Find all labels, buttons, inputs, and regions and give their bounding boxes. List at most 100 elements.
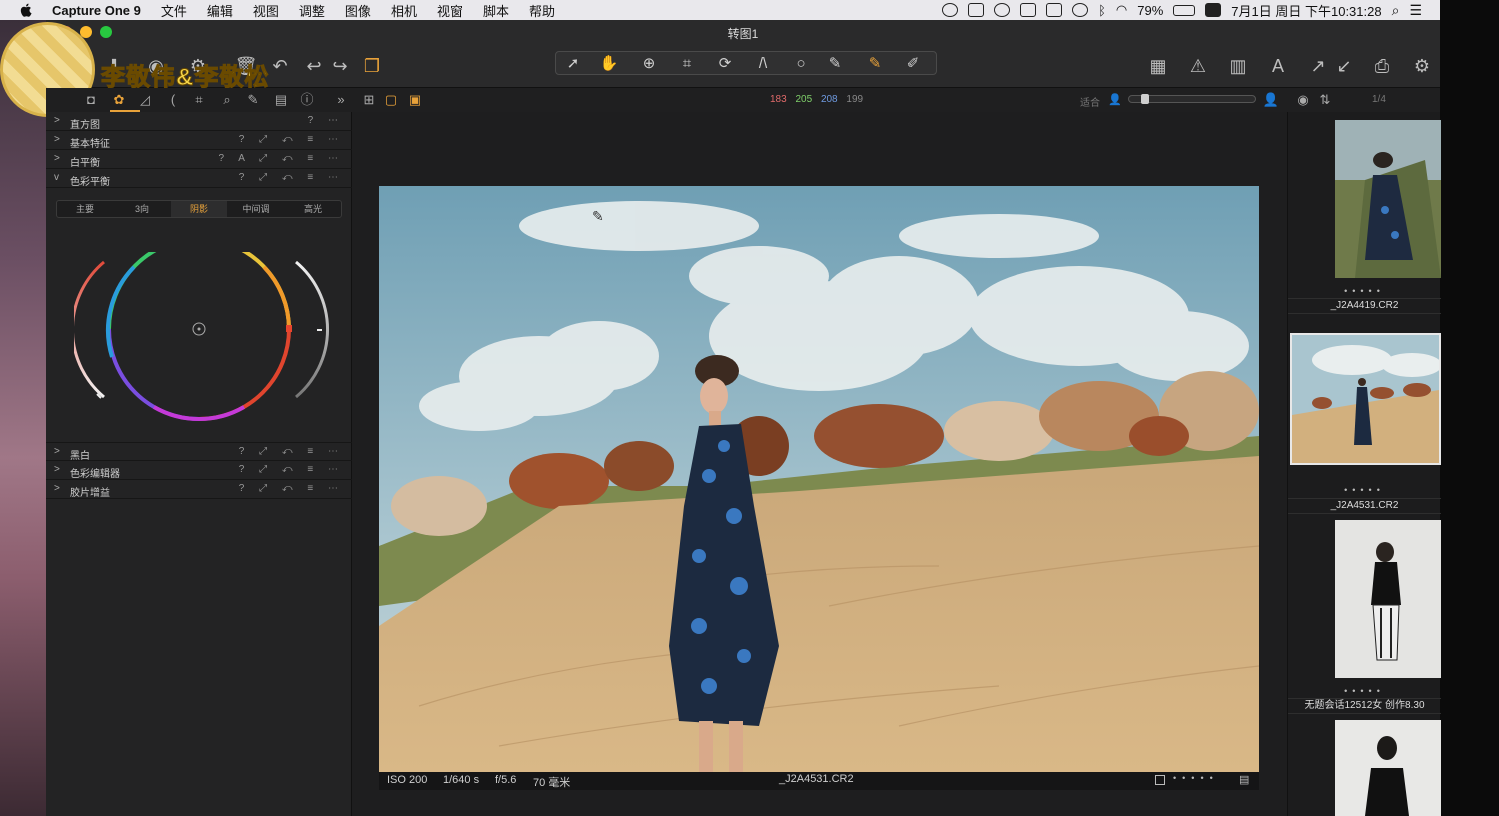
thumbnail-1[interactable] [1335,120,1441,278]
menu-camera[interactable]: 相机 [391,1,417,20]
apply-arrow-icon[interactable]: ↙ [1332,54,1356,78]
webcam-icon[interactable] [994,3,1011,17]
saturation-slider[interactable] [74,260,105,399]
microphone-icon[interactable] [1020,3,1037,17]
reset-icon[interactable]: ↶ [268,54,292,78]
menu-edit[interactable]: 编辑 [207,1,233,20]
menu-image[interactable]: 图像 [345,1,371,20]
tab-midtones[interactable]: 中间调 [228,201,284,217]
color-tab-icon[interactable]: ✿ [110,91,128,109]
menu-help[interactable]: 帮助 [529,1,555,20]
tab-highlights[interactable]: 高光 [285,201,341,217]
details-tab-icon[interactable]: ⌕ [218,91,236,109]
eye-icon[interactable]: ◉ [1294,91,1312,109]
thumbnail-2-selected[interactable] [1290,333,1441,465]
copy-apply-cursor-icon[interactable]: ✐ [900,54,926,74]
lens-tab-icon[interactable]: ( [164,91,182,109]
crop-cursor-icon[interactable]: ⌗ [674,54,700,74]
single-view-icon[interactable]: ▢ [382,91,400,109]
redo-icon[interactable]: ↪ [328,54,352,78]
grid-view-icon[interactable]: ⊞ [360,91,378,109]
local-adjust-tab-icon[interactable]: ✎ [244,91,262,109]
menu-adjust[interactable]: 调整 [299,1,325,20]
tab-3-way[interactable]: 3向 [114,201,170,217]
section-white-balance[interactable]: > 白平衡 ? A ⤢ ↶ ≡ ⋯ [46,150,352,169]
chevron-right-icon[interactable]: > [54,115,60,126]
composition-tab-icon[interactable]: ⌗ [190,91,208,109]
app-name-menu[interactable]: Capture One 9 [52,3,141,18]
battery-icon[interactable] [1173,4,1196,16]
section-controls[interactable]: ? ⤢ ↶ ≡ ⋯ [239,172,344,183]
s-app-icon[interactable] [1205,3,1222,17]
section-color-editor[interactable]: > 色彩编辑器 ? ⤢ ↶ ≡ ⋯ [46,461,352,480]
hue-ring[interactable] [106,252,291,422]
section-controls[interactable]: ? ⤢ ↶ ≡ ⋯ [239,483,344,494]
menu-file[interactable]: 文件 [161,1,187,20]
apple-icon[interactable] [20,3,32,17]
menu-view[interactable]: 视图 [253,1,279,20]
menu-scripts[interactable]: 脚本 [483,1,509,20]
section-basic-characteristics[interactable]: > 基本特征 ? ⤢ ↶ ≡ ⋯ [46,131,352,150]
grid-app-icon[interactable] [1046,3,1063,17]
main-photo[interactable] [379,186,1259,772]
clock[interactable]: 7月1日 周日 下午10:31:28 [1231,1,1381,20]
print-icon[interactable]: ⎙ [1370,54,1394,78]
wifi-icon[interactable]: ◠ [1116,2,1127,18]
zoom-in-person-icon[interactable]: 👤 [1262,91,1280,109]
multi-view-icon[interactable]: ▣ [406,91,424,109]
rotate-cursor-icon[interactable]: ⟳ [712,54,738,74]
copy-arrow-icon[interactable]: ↗ [1306,54,1330,78]
spot-removal-cursor-icon[interactable]: ○ [788,54,814,74]
section-controls[interactable]: ? ⋯ [308,115,344,126]
thumbnail-1-rating[interactable]: ••••• [1288,286,1441,298]
chevron-down-icon[interactable]: v [54,172,59,183]
info-icon[interactable]: ▤ [1239,773,1249,786]
color-wheel[interactable] [74,252,334,422]
zoom-out-person-icon[interactable]: 👤 [1106,91,1124,109]
chevron-right-icon[interactable]: > [54,483,60,494]
zoom-slider[interactable] [1128,94,1256,104]
brush-cursor-icon[interactable]: ✎ [822,54,848,74]
thumbnail-4[interactable] [1335,720,1441,816]
select-cursor-icon[interactable]: ➚ [560,54,586,74]
color-tag-checkbox[interactable] [1155,775,1165,785]
chevron-right-icon[interactable]: > [54,464,60,475]
grid-icon[interactable]: ▥ [1226,54,1250,78]
notification-center-icon[interactable]: ☰ [1409,2,1422,19]
thumbnail-2-rating[interactable]: ••••• [1288,485,1441,497]
exposure-tab-icon[interactable]: ◿ [136,91,154,109]
thumbnail-3[interactable] [1335,520,1441,678]
bluetooth-icon[interactable]: ᛒ [1098,3,1106,18]
exposure-warning-icon[interactable]: ⚠ [1186,54,1210,78]
camera-tab-icon[interactable]: ◘ [82,91,100,109]
zoom-cursor-icon[interactable]: ⊕ [636,54,662,74]
pan-cursor-icon[interactable]: ✋ [596,54,622,74]
settings-gear-icon[interactable]: ⚙ [1410,54,1434,78]
copy-adjustments-icon[interactable]: ❐ [360,54,384,78]
text-overlay-icon[interactable]: A [1266,54,1290,78]
color-picker-cursor-icon[interactable]: ✎ [862,54,888,74]
chevron-right-icon[interactable]: > [54,153,60,164]
section-controls[interactable]: ? ⤢ ↶ ≡ ⋯ [239,464,344,475]
lightness-slider[interactable] [295,260,330,399]
chevron-right-icon[interactable]: > [54,446,60,457]
adjustments-tab-icon[interactable]: ▤ [272,91,290,109]
sort-icon[interactable]: ⇅ [1316,91,1334,109]
menu-window[interactable]: 视窗 [437,1,463,20]
chevron-right-icon[interactable]: > [54,134,60,145]
tab-shadows[interactable]: 阴影 [171,201,227,217]
tab-master[interactable]: 主要 [57,201,113,217]
section-histogram[interactable]: > 直方图 ? ⋯ [46,112,352,131]
hue-marker[interactable] [286,325,292,332]
section-black-white[interactable]: > 黑白 ? ⤢ ↶ ≡ ⋯ [46,442,352,462]
star-rating[interactable]: ••••• [1173,773,1219,783]
undo-icon[interactable]: ↩ [302,54,326,78]
more-tabs-icon[interactable]: » [332,91,350,109]
cloud-icon[interactable] [942,3,959,17]
keystone-cursor-icon[interactable]: /\ [750,54,776,74]
section-controls[interactable]: ? A ⤢ ↶ ≡ ⋯ [218,153,344,164]
b-app-icon[interactable] [1072,3,1089,17]
section-controls[interactable]: ? ⤢ ↶ ≡ ⋯ [239,446,344,457]
thumbnail-3-rating[interactable]: ••••• [1288,686,1441,698]
compare-icon[interactable]: ▦ [1146,54,1170,78]
